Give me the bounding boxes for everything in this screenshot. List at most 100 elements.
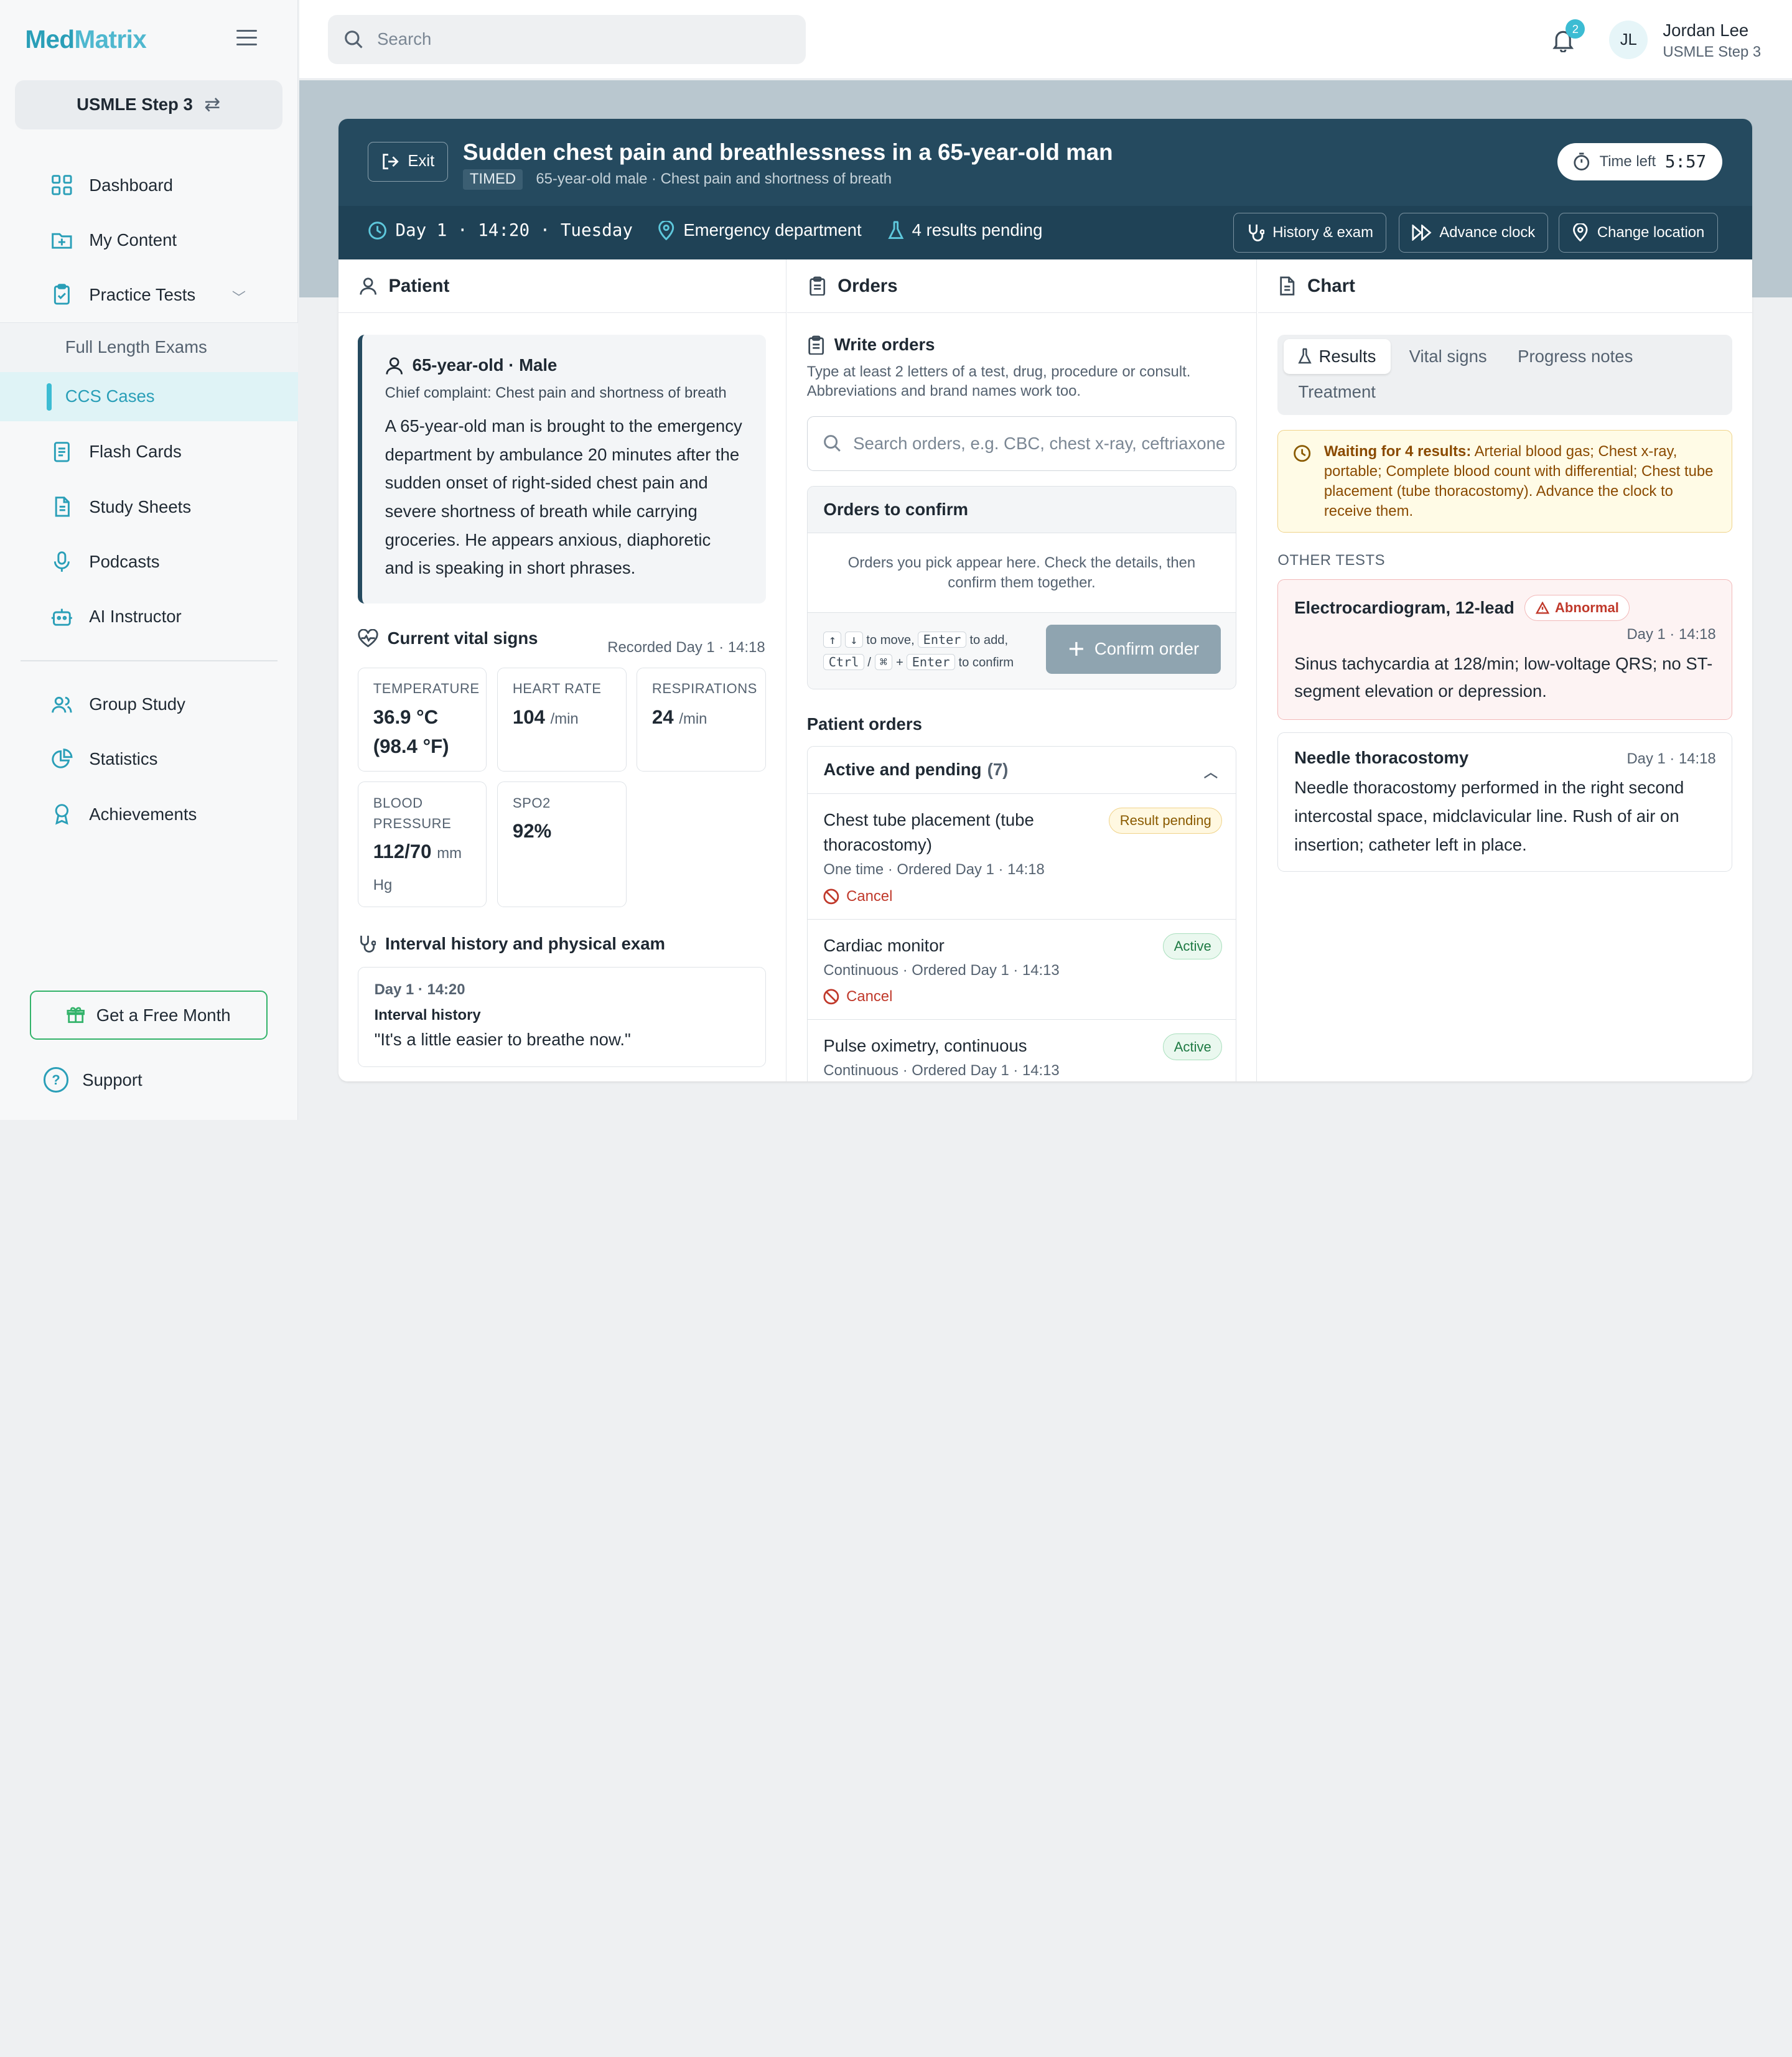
exam-switcher[interactable]: USMLE Step 3 ⇄ xyxy=(14,80,282,129)
flask-icon xyxy=(1298,348,1312,365)
chart-column: Chart Results Vital signs Progress notes… xyxy=(1258,259,1752,1081)
vital-tile: HEART RATE 104 /min xyxy=(497,667,627,772)
orders-header: Orders xyxy=(787,259,1257,314)
history-of-present-illness: A 65-year-old man is brought to the emer… xyxy=(385,416,742,578)
patient-summary-card: 65-year-old · Male Chief complaint: Ches… xyxy=(357,335,766,604)
sidebar-item-practice-tests[interactable]: Practice Tests ﹀ xyxy=(0,268,298,322)
sim-clock-value: Day 1 · 14:20 · Tuesday xyxy=(395,220,633,241)
sidebar-item-label: Statistics xyxy=(89,749,158,769)
result-date: Day 1 · 14:18 xyxy=(1626,625,1716,643)
advance-clock-button[interactable]: Advance clock xyxy=(1399,212,1549,253)
result-card-ecg[interactable]: Electrocardiogram, 12-lead Abnormal Day … xyxy=(1277,579,1733,721)
interval-history-title-text: Interval history and physical exam xyxy=(385,933,666,953)
sidebar-item-label: CCS Cases xyxy=(65,386,155,406)
sidebar-item-study-sheets[interactable]: Study Sheets xyxy=(0,480,298,534)
write-orders-title: Write orders xyxy=(807,335,935,355)
vital-label: TEMPERATURE xyxy=(373,681,480,697)
free-month-button[interactable]: Get a Free Month xyxy=(29,991,268,1040)
chart-header: Chart xyxy=(1258,259,1752,314)
orders-header-label: Orders xyxy=(838,275,898,296)
sidebar-item-podcasts[interactable]: Podcasts xyxy=(0,534,298,589)
status-badge: Active xyxy=(1163,1033,1223,1060)
support-link[interactable]: ? Support xyxy=(43,1067,142,1093)
case-header: Exit Sudden chest pain and breathlessnes… xyxy=(338,119,1752,206)
sidebar-subitem-ccs-cases[interactable]: CCS Cases xyxy=(0,371,299,421)
user-icon xyxy=(359,277,377,295)
clipboard-check-icon xyxy=(50,283,73,306)
vital-value: 104 /min xyxy=(512,706,579,728)
sidebar-item-label: AI Instructor xyxy=(89,606,182,626)
tab-results[interactable]: Results xyxy=(1283,339,1391,374)
folder-plus-icon xyxy=(50,228,73,251)
sidebar-item-dashboard[interactable]: Dashboard xyxy=(0,157,298,212)
vital-value: 92% xyxy=(512,820,552,842)
orders-to-confirm: Orders to confirm Orders you pick appear… xyxy=(806,485,1237,689)
cancel-order-button[interactable]: Cancel xyxy=(823,988,1220,1005)
confirm-order-label: Confirm order xyxy=(1094,639,1200,659)
document-icon xyxy=(50,495,73,518)
timed-badge: TIMED xyxy=(462,169,523,190)
robot-icon xyxy=(50,605,73,628)
vital-label: BLOOD PRESSURE xyxy=(373,795,452,831)
tab-treatment[interactable]: Treatment xyxy=(1298,375,1376,409)
history-exam-button[interactable]: History & exam xyxy=(1233,212,1387,253)
status-badge: Active xyxy=(1163,933,1223,959)
result-card-needle-thoracostomy[interactable]: Needle thoracostomy Day 1 · 14:18 Needle… xyxy=(1277,732,1733,872)
patient-demographics: 65-year-old · Male xyxy=(385,355,743,375)
cancel-order-button[interactable]: Cancel xyxy=(823,888,1220,905)
tab-vital-signs[interactable]: Vital signs xyxy=(1409,339,1487,373)
sidebar-item-achievements[interactable]: Achievements xyxy=(0,787,298,842)
stopwatch-icon xyxy=(1573,152,1590,171)
vital-label: SPO2 xyxy=(512,795,551,811)
interval-history-card: Day 1 · 14:20 Interval history "It's a l… xyxy=(357,966,766,1068)
vital-value: 36.9 °C (98.4 °F) xyxy=(373,706,449,758)
write-orders-description: Type at least 2 letters of a test, drug,… xyxy=(806,363,1191,400)
notification-badge: 2 xyxy=(1566,19,1585,39)
waiting-results-alert: Waiting for 4 results: Arterial blood ga… xyxy=(1277,429,1733,533)
tab-progress-notes[interactable]: Progress notes xyxy=(1518,339,1633,373)
chevron-down-icon[interactable]: ﹀ xyxy=(232,287,246,307)
microphone-icon xyxy=(50,550,73,573)
fast-forward-icon xyxy=(1412,224,1432,241)
order-name: Cardiac monitor xyxy=(823,935,945,955)
sidebar-item-statistics[interactable]: Statistics xyxy=(0,732,298,786)
clock-icon xyxy=(1293,444,1311,462)
warning-icon xyxy=(1535,602,1549,614)
order-item: Cardiac monitor Continuous · Ordered Day… xyxy=(807,920,1236,1020)
keyboard-hint: ↑ ↓ to move, Enter to add, Ctrl / ⌘ + En… xyxy=(823,629,1040,674)
help-icon: ? xyxy=(43,1067,69,1093)
change-location-label: Change location xyxy=(1597,223,1705,241)
order-search-placeholder: Search orders, e.g. CBC, chest x-ray, ce… xyxy=(853,433,1226,453)
sidebar-item-group-study[interactable]: Group Study xyxy=(0,677,298,732)
exit-label: Exit xyxy=(408,152,435,170)
hamburger-menu-icon[interactable] xyxy=(236,29,258,48)
result-text: Sinus tachycardia at 128/min; low-voltag… xyxy=(1294,653,1713,701)
orders-to-confirm-title: Orders to confirm xyxy=(807,486,1236,533)
support-label: Support xyxy=(82,1070,142,1089)
exit-button[interactable]: Exit xyxy=(368,141,448,182)
global-search-input[interactable]: Search xyxy=(328,14,806,64)
sidebar-item-ai-instructor[interactable]: AI Instructor xyxy=(0,589,298,644)
sidebar-item-label: Dashboard xyxy=(89,175,173,195)
sidebar-item-label: Podcasts xyxy=(89,551,160,571)
order-search-input[interactable]: Search orders, e.g. CBC, chest x-ray, ce… xyxy=(806,416,1237,471)
sidebar-subitem-full-length-exams[interactable]: Full Length Exams xyxy=(0,322,299,372)
sidebar-item-label: My Content xyxy=(89,230,177,250)
vital-tile: SPO2 92% xyxy=(497,781,627,908)
vital-label: HEART RATE xyxy=(512,681,602,697)
swap-icon: ⇄ xyxy=(204,93,221,116)
active-pending-toggle[interactable]: Active and pending (7) ︿ xyxy=(807,747,1236,794)
user-name: Jordan Lee xyxy=(1663,21,1749,40)
sidebar-item-my-content[interactable]: My Content xyxy=(0,213,298,268)
gift-icon xyxy=(67,1006,85,1024)
sidebar-item-flash-cards[interactable]: Flash Cards xyxy=(0,424,298,479)
confirm-order-button[interactable]: Confirm order xyxy=(1046,624,1221,674)
avatar[interactable]: JL xyxy=(1609,21,1648,60)
patient-header: Patient xyxy=(338,259,786,314)
change-location-button[interactable]: Change location xyxy=(1559,212,1718,253)
location-pin-icon xyxy=(1572,223,1589,242)
brand-logo[interactable]: MedMatrix xyxy=(25,25,146,54)
vitals-title: Current vital signs xyxy=(358,628,538,648)
advance-clock-label: Advance clock xyxy=(1439,223,1536,241)
result-name: Electrocardiogram, 12-lead Abnormal xyxy=(1294,595,1716,622)
